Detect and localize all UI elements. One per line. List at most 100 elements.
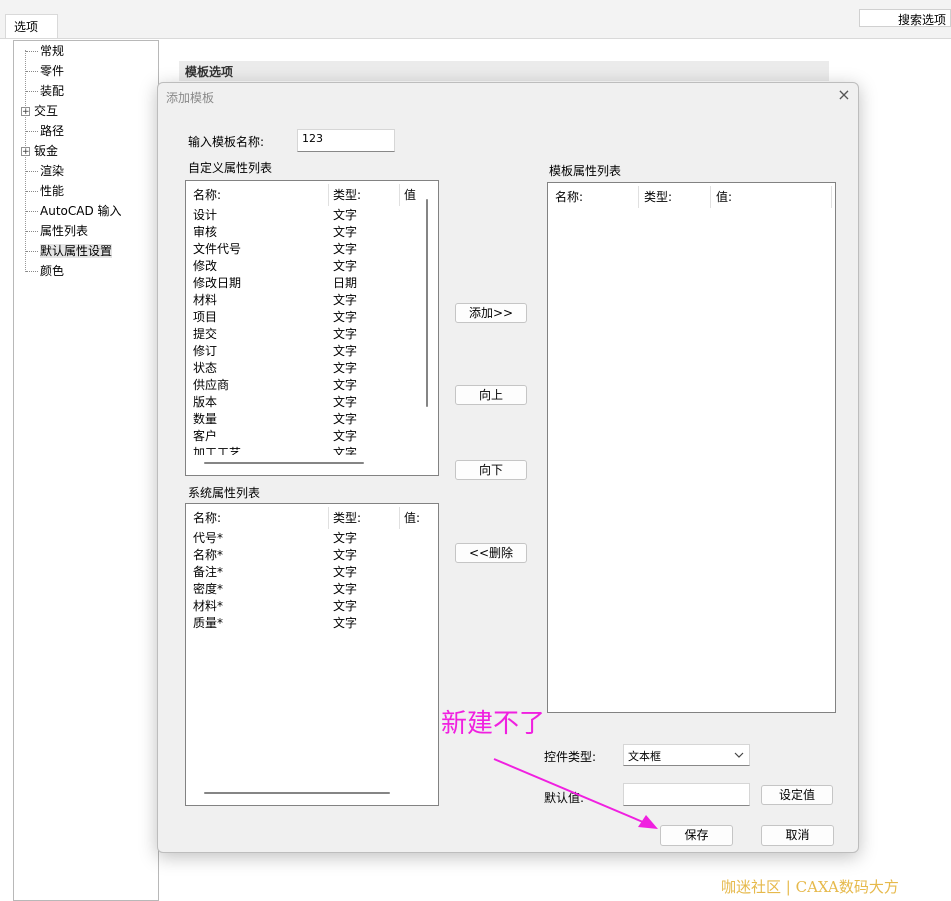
- list-row[interactable]: 质量* 文字: [193, 615, 438, 632]
- custom-attribute-list[interactable]: 名称: 类型: 值 设计 文字 审核 文字 文件代号 文字 修改 文字 修改日期 日期 材料 文字 项目…: [185, 180, 439, 476]
- list-row[interactable]: 修改日期 日期: [193, 275, 438, 292]
- tree-item[interactable]: 常规: [26, 41, 64, 61]
- tree-item-label: 路径: [40, 124, 65, 138]
- header-separator[interactable]: [831, 186, 832, 208]
- tree-branch-line: [26, 210, 38, 213]
- cell-name: 材料: [193, 293, 218, 307]
- cell-type: 文字: [333, 310, 358, 324]
- tree-item[interactable]: AutoCAD 输入: [26, 201, 122, 221]
- cell-name: 密度*: [193, 582, 224, 596]
- tree-item[interactable]: 颜色: [26, 261, 64, 281]
- header-type: 类型:: [333, 188, 362, 202]
- tree-item-label: 交互: [34, 104, 59, 118]
- custom-list-title: 自定义属性列表: [188, 161, 273, 175]
- tree-item[interactable]: 零件: [26, 61, 64, 81]
- cancel-button[interactable]: 取消: [761, 825, 834, 846]
- search-options-button[interactable]: 搜索选项: [859, 9, 951, 27]
- tree-item-label: 性能: [40, 184, 65, 198]
- header-name: 名称:: [193, 188, 222, 202]
- template-name-label: 输入模板名称:: [188, 135, 265, 149]
- header-separator[interactable]: [399, 507, 400, 529]
- tree-item[interactable]: 属性列表: [26, 221, 88, 241]
- list-row[interactable]: 修改 文字: [193, 258, 438, 275]
- list-row[interactable]: 供应商 文字: [193, 377, 438, 394]
- header-separator[interactable]: [399, 184, 400, 206]
- set-value-button[interactable]: 设定值: [761, 785, 833, 805]
- list-row[interactable]: 代号* 文字: [193, 530, 438, 547]
- expand-icon[interactable]: +: [21, 107, 30, 117]
- section-header: 模板选项: [179, 61, 829, 81]
- watermark: 咖迷社区 | CAXA数码大方: [721, 878, 899, 896]
- tree-branch-line: [26, 70, 38, 73]
- cell-name: 名称*: [193, 548, 224, 562]
- list-row[interactable]: 提交 文字: [193, 326, 438, 343]
- cell-type: 文字: [333, 582, 358, 596]
- delete-button[interactable]: <<删除: [455, 543, 527, 563]
- tab-options[interactable]: 选项: [5, 14, 58, 38]
- list-row[interactable]: 审核 文字: [193, 224, 438, 241]
- expand-icon[interactable]: +: [21, 147, 30, 157]
- header-separator[interactable]: [328, 184, 329, 206]
- cell-name: 状态: [193, 361, 218, 375]
- list-row[interactable]: 备注* 文字: [193, 564, 438, 581]
- cell-type: 文字: [333, 259, 358, 273]
- header-separator[interactable]: [710, 186, 711, 208]
- move-up-button[interactable]: 向上: [455, 385, 527, 405]
- cell-type: 文字: [333, 242, 358, 256]
- tree-item[interactable]: 默认属性设置: [26, 241, 113, 261]
- cell-name: 文件代号: [193, 242, 242, 256]
- list-row[interactable]: 项目 文字: [193, 309, 438, 326]
- cell-type: 文字: [333, 293, 358, 307]
- list-row[interactable]: 文件代号 文字: [193, 241, 438, 258]
- list-row[interactable]: 版本 文字: [193, 394, 438, 411]
- tree-item[interactable]: 渲染: [26, 161, 64, 181]
- list-row[interactable]: 材料* 文字: [193, 598, 438, 615]
- tree-item[interactable]: + 钣金: [21, 141, 58, 161]
- tree-item[interactable]: 装配: [26, 81, 64, 101]
- list-row[interactable]: 状态 文字: [193, 360, 438, 377]
- list-row[interactable]: 加工工艺 文字: [193, 445, 438, 455]
- list-row[interactable]: 设计 文字: [193, 207, 438, 224]
- cell-name: 备注*: [193, 565, 224, 579]
- move-down-button[interactable]: 向下: [455, 460, 527, 480]
- dialog-title: 添加模板: [166, 91, 215, 105]
- cell-type: 文字: [333, 395, 358, 409]
- header-name: 名称:: [193, 511, 222, 525]
- save-button[interactable]: 保存: [660, 825, 733, 846]
- cell-name: 设计: [193, 208, 218, 222]
- cell-type: 文字: [333, 208, 358, 222]
- tree-branch-line: [26, 190, 38, 193]
- close-icon[interactable]: ×: [835, 86, 853, 104]
- list-row[interactable]: 修订 文字: [193, 343, 438, 360]
- tree-branch-line: [26, 90, 38, 93]
- header-separator[interactable]: [638, 186, 639, 208]
- cell-name: 修改日期: [193, 276, 242, 290]
- tree-item-label: 渲染: [40, 164, 65, 178]
- tree-item[interactable]: + 交互: [21, 101, 58, 121]
- cell-type: 文字: [333, 429, 358, 443]
- annotation-text: 新建不了: [441, 709, 546, 739]
- cell-name: 审核: [193, 225, 218, 239]
- list-row[interactable]: 客户 文字: [193, 428, 438, 445]
- cell-name: 修改: [193, 259, 218, 273]
- tree-item[interactable]: 性能: [26, 181, 64, 201]
- vertical-scrollbar[interactable]: [426, 199, 428, 407]
- template-name-input[interactable]: 123: [297, 129, 395, 152]
- system-attribute-list[interactable]: 名称: 类型: 值: 代号* 文字 名称* 文字 备注* 文字 密度* 文字 材料* 文字 质量* 文…: [185, 503, 439, 806]
- horizontal-scrollbar[interactable]: [204, 462, 364, 464]
- add-button[interactable]: 添加>>: [455, 303, 527, 323]
- template-attribute-list[interactable]: 名称: 类型: 值:: [547, 182, 836, 713]
- list-row[interactable]: 数量 文字: [193, 411, 438, 428]
- list-row[interactable]: 材料 文字: [193, 292, 438, 309]
- header-type: 类型:: [333, 511, 362, 525]
- tree-item[interactable]: 路径: [26, 121, 64, 141]
- cell-name: 提交: [193, 327, 218, 341]
- list-row[interactable]: 名称* 文字: [193, 547, 438, 564]
- horizontal-scrollbar[interactable]: [204, 792, 390, 794]
- list-row[interactable]: 密度* 文字: [193, 581, 438, 598]
- header-value: 值:: [716, 190, 733, 204]
- header-value: 值: [404, 188, 417, 202]
- tree-item-label: AutoCAD 输入: [40, 204, 122, 218]
- header-separator[interactable]: [328, 507, 329, 529]
- cell-type: 文字: [333, 616, 358, 630]
